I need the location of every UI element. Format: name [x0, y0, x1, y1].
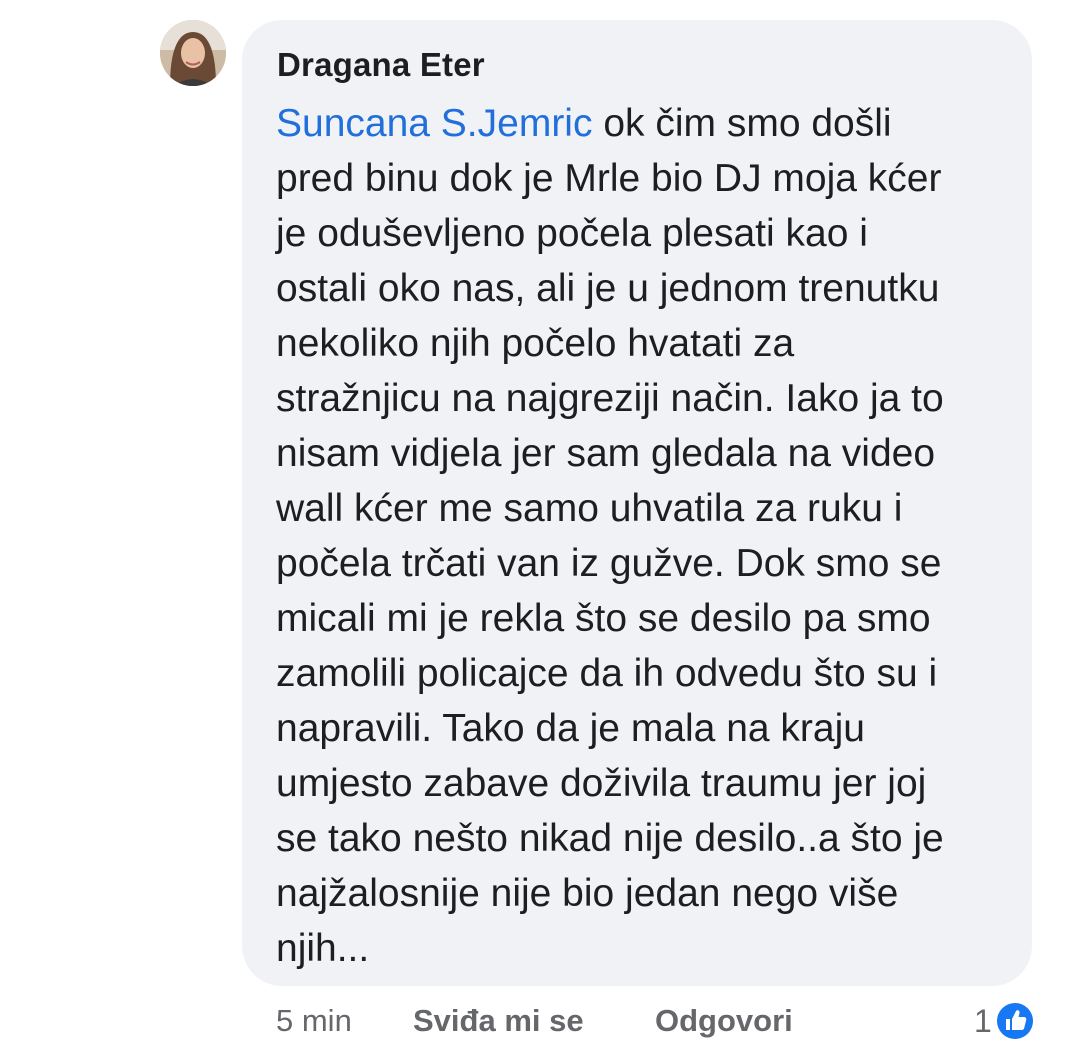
comment-line: umjesto zabave doživila traumu jer joj [276, 762, 927, 805]
reply-button[interactable]: Odgovori [655, 1003, 793, 1039]
comment-line: počela trčati van iz gužve. Dok smo se [276, 542, 942, 585]
comment-line: wall kćer me samo uhvatila za ruku i [276, 487, 903, 530]
mention-link[interactable]: Suncana S.Jemric [276, 102, 592, 145]
avatar[interactable] [160, 20, 226, 86]
comment-line: je oduševljeno počela plesati kao i [276, 212, 868, 255]
comment-line: se tako nešto nikad nije desilo..a što j… [276, 817, 944, 860]
comment-line: ostali oko nas, ali je u jednom trenutku [276, 267, 940, 310]
comment-line: zamolili policajce da ih odvedu što su i [276, 652, 938, 695]
thumbs-up-icon [994, 1001, 1035, 1041]
comment-line: njih... [276, 927, 370, 970]
reaction-count: 1 [974, 1002, 992, 1039]
comment-line: stražnjicu na najgreziji način. Iako ja … [276, 377, 944, 420]
comment-line: pred binu dok je Mrle bio DJ moja kćer [276, 157, 942, 200]
comment-author[interactable]: Dragana Eter [277, 46, 485, 84]
reaction-summary[interactable]: 1 [974, 999, 1036, 1043]
comment-line: Suncana S.Jemric ok čim smo došli [276, 102, 892, 145]
comment-bubble: Dragana Eter Suncana S.Jemric ok čim smo… [242, 20, 1032, 986]
like-button[interactable]: Sviđa mi se [413, 1003, 584, 1039]
comment-actions: 5 min Sviđa mi se Odgovori 1 [0, 1001, 1080, 1047]
comment-line: napravili. Tako da je mala na kraju [276, 707, 865, 750]
profile-photo [160, 20, 226, 86]
comment-line: nisam vidjela jer sam gledala na video [276, 432, 936, 475]
comment-text: Suncana S.Jemric ok čim smo došli pred b… [276, 96, 1016, 976]
comment-line: micali mi je rekla što se desilo pa smo [276, 597, 931, 640]
comment-line: nekoliko njih počelo hvatati za [276, 322, 795, 365]
comment-timestamp[interactable]: 5 min [276, 1003, 352, 1039]
comment-line: najžalosnije nije bio jedan nego više [276, 872, 899, 915]
